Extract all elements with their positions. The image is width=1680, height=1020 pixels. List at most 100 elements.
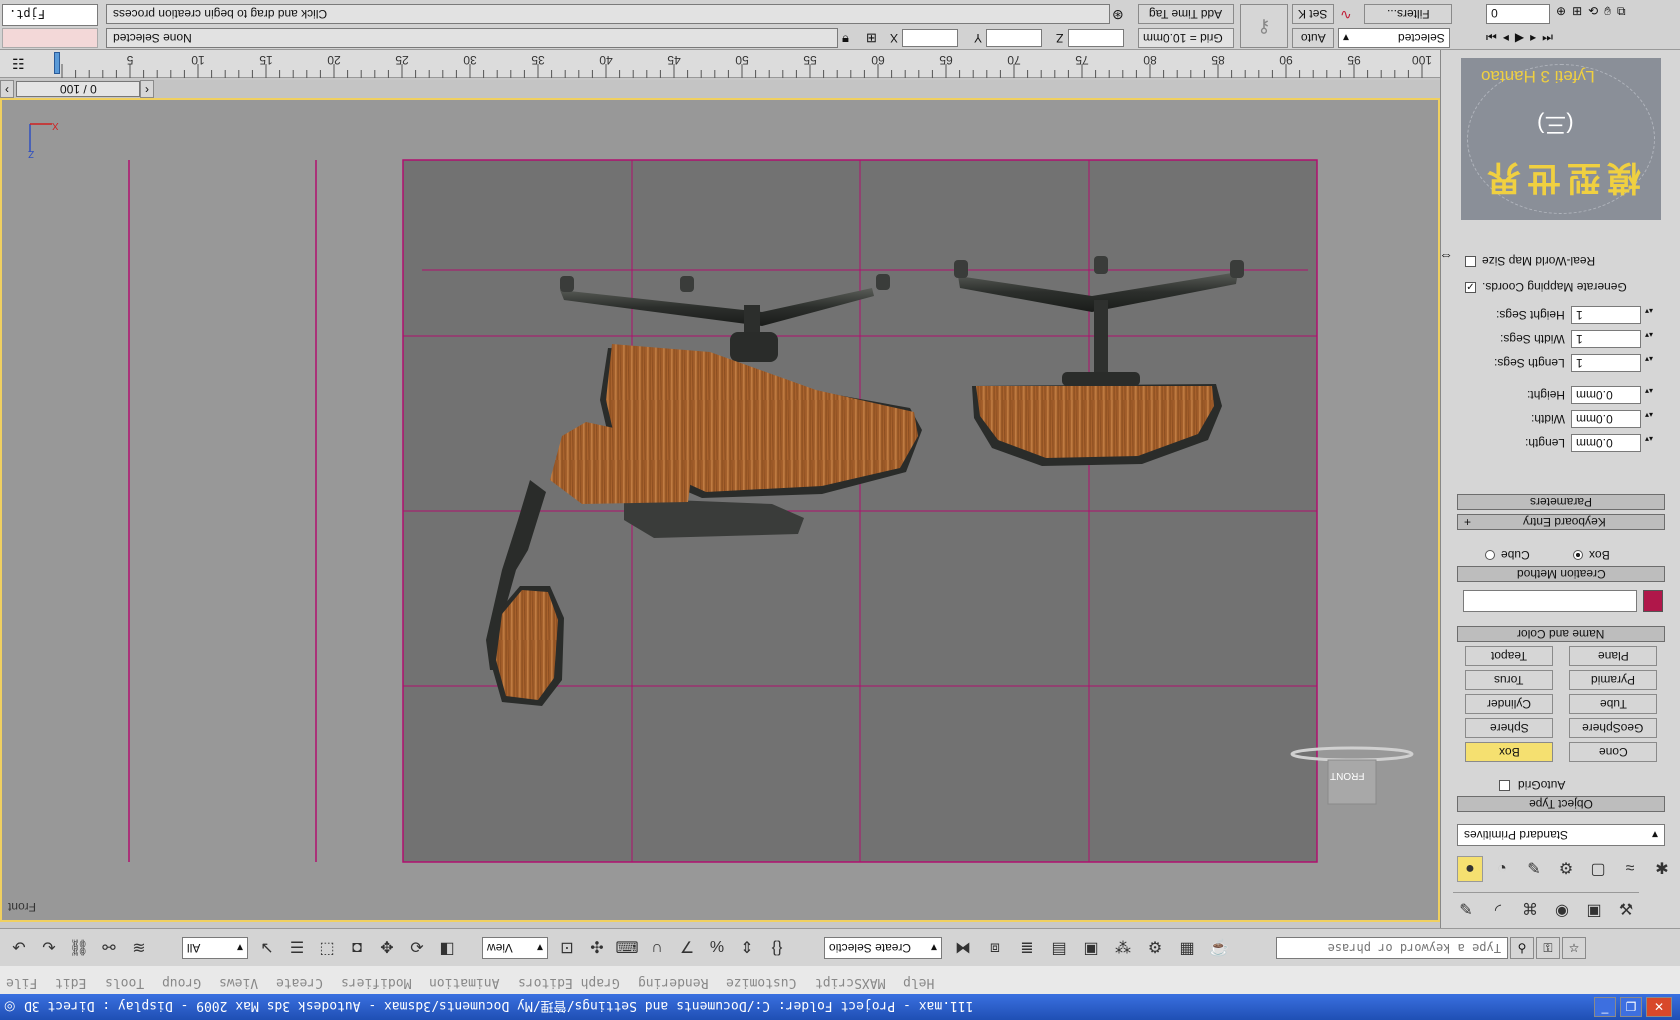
torus-button[interactable]: Torus [1465,670,1553,690]
sphere-button[interactable]: Sphere [1465,718,1553,738]
menu-item-modifiers[interactable]: Modifiers [341,972,411,990]
create-tab-icon[interactable]: ✎ [1453,897,1479,923]
undo-icon[interactable]: ↶ [6,935,32,961]
orbit-icon[interactable]: ⟲ [1588,4,1598,19]
menu-item-graph-editors[interactable]: Graph Editors [518,972,620,990]
render-icon[interactable]: ☕ [1206,935,1232,961]
menu-item-customize[interactable]: Customize [726,972,796,990]
object-name-field[interactable] [1463,590,1637,612]
menu-item-create[interactable]: Create [276,972,323,990]
cone-button[interactable]: Cone [1569,742,1657,762]
named-selection-dropdown[interactable]: Create Selectio ▾ [824,937,942,959]
time-slider-thumb[interactable]: 0 / 100 [16,81,140,97]
align-icon[interactable]: ⧈ [982,935,1008,961]
lock-selection-icon[interactable]: 🔒︎ [842,30,849,46]
checkbox[interactable] [1499,779,1510,791]
zoom-all-icon[interactable]: ⊞ [1572,4,1582,19]
prev-frame-icon[interactable]: ◂ [1503,30,1509,45]
generate-mapping-coords[interactable]: ✓ Generate Mapping Coords. [1465,280,1627,294]
menu-item-maxscript[interactable]: MAXScript [815,972,885,990]
rollout-creation-method[interactable]: Creation Method [1457,566,1665,582]
rotate-icon[interactable]: ⟳ [404,935,430,961]
box-button[interactable]: Box [1465,742,1553,762]
transform-mode-icon[interactable]: ⊞ [866,30,877,46]
plane-button[interactable]: Plane [1569,646,1657,666]
favorites-button[interactable]: ☆ [1562,937,1586,959]
length-field[interactable]: 0.0mm [1571,434,1641,452]
pan-icon[interactable]: ✋︎ [1604,4,1611,19]
snap-toggle-icon[interactable]: ∩ [644,935,670,961]
play-icon[interactable]: ▶ [1515,30,1524,45]
rendered-frame-icon[interactable]: ▦ [1174,935,1200,961]
zoom-icon[interactable]: ⊕ [1556,4,1566,19]
spinner-icon[interactable]: ▴▾ [1645,434,1655,452]
menu-item-tools[interactable]: Tools [105,972,144,990]
menu-item-views[interactable]: Views [219,972,258,990]
bind-spacewarp-icon[interactable]: ≋ [126,935,152,961]
redo-icon[interactable]: ↷ [36,935,62,961]
height-field[interactable]: 0.0mm [1571,386,1641,404]
rollout-parameters[interactable]: Parameters [1457,494,1665,510]
shapes-icon[interactable]: ◔ [1489,856,1515,882]
current-frame-field[interactable]: 0 [1486,4,1550,24]
angle-snap-icon[interactable]: ∠ [674,935,700,961]
maximize-viewport-icon[interactable]: ⧉ [1617,4,1626,19]
percent-snap-icon[interactable]: % [704,935,730,961]
pivot-center-icon[interactable]: ⊡ [554,935,580,961]
rect-selection-icon[interactable]: ⬚ [314,935,340,961]
material-editor-icon[interactable]: ⁂ [1110,935,1136,961]
y-coordinate-field[interactable] [986,29,1042,47]
lights-icon[interactable]: ✎ [1521,856,1547,882]
length-segs-field[interactable]: 1 [1571,354,1641,372]
close-button[interactable]: ✕ [1646,997,1672,1017]
selection-filter-dropdown[interactable]: All ▾ [182,937,248,959]
search-button[interactable]: ⚲ [1510,937,1534,959]
rollout-object-type[interactable]: Object Type [1457,796,1665,812]
select-link-icon[interactable]: ⛓ [66,935,92,961]
keyboard-shortcut-icon[interactable]: ⌨ [614,935,640,961]
viewport-front[interactable]: FRONT X Z Front [0,98,1440,922]
spacewarps-icon[interactable]: ≈ [1617,856,1643,882]
radio[interactable] [1485,550,1495,560]
creation-box-option[interactable]: Box [1573,548,1610,562]
spinner-icon[interactable]: ▴▾ [1645,354,1655,372]
select-by-name-icon[interactable]: ☰ [284,935,310,961]
checkbox-checked[interactable]: ✓ [1465,281,1476,293]
helpers-icon[interactable]: ▢ [1585,856,1611,882]
object-color-swatch[interactable] [1643,590,1663,612]
add-time-tag-button[interactable]: Add Time Tag [1138,4,1234,24]
menu-item-edit[interactable]: Edit [55,972,86,990]
time-slider[interactable]: ‹ 0 / 100 › [0,80,1440,98]
key-mode-icon[interactable]: ∿ [1340,6,1352,23]
select-object-icon[interactable]: ↖ [254,935,280,961]
cylinder-button[interactable]: Cylinder [1465,694,1553,714]
set-key-icon-button[interactable]: ⚷ [1240,4,1288,48]
motion-tab-icon[interactable]: ◉ [1549,897,1575,923]
auto-key-button[interactable]: Auto [1292,28,1334,48]
maxscript-listener[interactable]: Fjpt. [2,4,98,26]
subscription-button[interactable]: ⚿ [1536,937,1560,959]
radio-selected[interactable] [1573,550,1583,560]
creation-cube-option[interactable]: Cube [1485,548,1530,562]
category-dropdown[interactable]: Standard Primitives ▾ [1457,824,1665,846]
window-crossing-icon[interactable]: ◘ [344,935,370,961]
maximize-button[interactable]: ❐ [1620,997,1642,1017]
minimize-button[interactable]: _ [1594,997,1616,1017]
mirror-icon[interactable]: ⧓ [950,935,976,961]
spinner-icon[interactable]: ▴▾ [1645,330,1655,348]
spinner-icon[interactable]: ▴▾ [1645,410,1655,428]
z-coordinate-field[interactable] [1068,29,1124,47]
tube-button[interactable]: Tube [1569,694,1657,714]
unlink-icon[interactable]: ⚯ [96,935,122,961]
rollout-keyboard-entry[interactable]: + Keyboard Entry [1457,514,1665,530]
time-slider-prev[interactable]: ‹ [0,80,14,98]
maxscript-output[interactable] [2,28,98,48]
goto-start-icon[interactable]: ⏮ [1486,30,1497,45]
goto-end-icon[interactable]: ⏭ [1542,30,1553,45]
cameras-icon[interactable]: ⚙ [1553,856,1579,882]
menu-item-rendering[interactable]: Rendering [638,972,708,990]
set-key-button[interactable]: Set K [1292,4,1334,24]
menu-item-help[interactable]: Help [903,972,934,990]
render-setup-icon[interactable]: ⚙ [1142,935,1168,961]
width-field[interactable]: 0.0mm [1571,410,1641,428]
